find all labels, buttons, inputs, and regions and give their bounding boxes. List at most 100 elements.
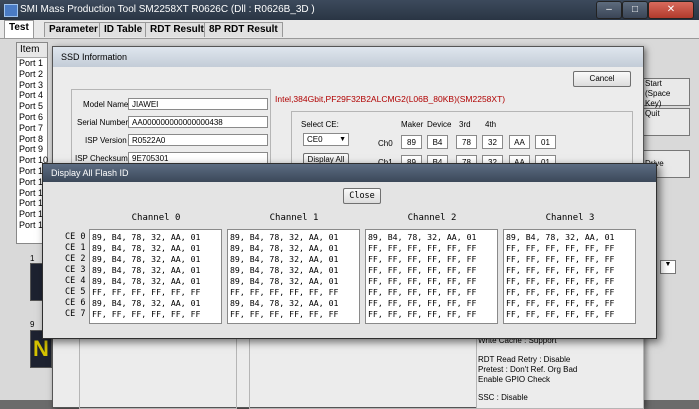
flash-id-line: FF, FF, FF, FF, FF, FF bbox=[368, 298, 477, 308]
model-name-label: Model Name bbox=[83, 100, 129, 109]
minimize-button[interactable]: – bbox=[596, 1, 622, 19]
flash-id-line: FF, FF, FF, FF, FF, FF bbox=[368, 287, 477, 297]
flash-id-line: 89, B4, 78, 32, AA, 01 bbox=[230, 232, 339, 242]
port-list-item[interactable]: Port 6 bbox=[17, 112, 47, 123]
isp-checksum-label: ISP Checksum bbox=[75, 154, 128, 163]
flash-id-line: FF, FF, FF, FF, FF, FF bbox=[506, 265, 615, 275]
channel-0-id-box[interactable]: 89, B4, 78, 32, AA, 01 89, B4, 78, 32, A… bbox=[89, 229, 222, 324]
channel-0-title: Channel 0 bbox=[131, 213, 181, 223]
ssd-lower-group bbox=[79, 337, 237, 409]
flash-id-line: FF, FF, FF, FF, FF, FF bbox=[368, 243, 477, 253]
flash-id-line: FF, FF, FF, FF, FF, FF bbox=[506, 309, 615, 319]
flash-id-line: FF, FF, FF, FF, FF, FF bbox=[230, 287, 339, 297]
title-bar: SMI Mass Production Tool SM2258XT R0626C… bbox=[0, 0, 699, 20]
tab-test[interactable]: Test bbox=[4, 20, 34, 38]
chevron-down-icon: ▼ bbox=[339, 136, 346, 143]
model-name-field[interactable]: JIAWEI bbox=[128, 98, 268, 110]
ce-label: CE 6 bbox=[65, 298, 86, 308]
ce-label: CE 5 bbox=[65, 287, 86, 297]
tab-bar: Test Parameter ID Table RDT Result 8P RD… bbox=[0, 20, 699, 39]
select-ce-dropdown[interactable]: CE0 ▼ bbox=[303, 133, 349, 146]
rdt-read-retry-info: RDT Read Retry : Disable bbox=[478, 355, 571, 364]
ch0-id-cell: 89 bbox=[401, 135, 422, 149]
ch0-id-cell: 78 bbox=[456, 135, 477, 149]
flash-id-line: 89, B4, 78, 32, AA, 01 bbox=[230, 254, 339, 264]
flash-id-line: FF, FF, FF, FF, FF, FF bbox=[230, 309, 339, 319]
port-list-item[interactable]: Port 1 bbox=[17, 58, 47, 69]
port-list-item[interactable]: Port 2 bbox=[17, 69, 47, 80]
flash-id-line: 89, B4, 78, 32, AA, 01 bbox=[368, 232, 477, 242]
ch0-label: Ch0 bbox=[378, 139, 393, 148]
port-list-item[interactable]: Port 5 bbox=[17, 101, 47, 112]
channel-3-id-box[interactable]: 89, B4, 78, 32, AA, 01 FF, FF, FF, FF, F… bbox=[503, 229, 636, 324]
col-header-4th: 4th bbox=[485, 120, 497, 129]
ssd-dialog-title-bar: SSD Information bbox=[53, 47, 643, 67]
flash-id-line: FF, FF, FF, FF, FF, FF bbox=[368, 309, 477, 319]
pretest-info: Pretest : Don't Ref. Org Bad bbox=[478, 365, 578, 374]
dropdown-arrow-icon[interactable]: ▼ bbox=[660, 260, 676, 274]
slot-box-label: 9 bbox=[30, 320, 35, 329]
ssd-lower-group bbox=[249, 337, 477, 409]
flash-id-line: 89, B4, 78, 32, AA, 01 bbox=[230, 276, 339, 286]
flash-id-line: FF, FF, FF, FF, FF, FF bbox=[506, 243, 615, 253]
flash-id-line: 89, B4, 78, 32, AA, 01 bbox=[92, 254, 201, 264]
port-list-header: Item bbox=[17, 43, 47, 58]
flash-id-line: 89, B4, 78, 32, AA, 01 bbox=[92, 243, 201, 253]
serial-number-label: Serial Number bbox=[77, 118, 129, 127]
slot-box-label: 1 bbox=[30, 254, 35, 263]
tab-parameter[interactable]: Parameter bbox=[44, 22, 103, 37]
ce-label: CE 2 bbox=[65, 254, 86, 264]
port-list-item[interactable]: Port 7 bbox=[17, 123, 47, 134]
close-button[interactable]: Close bbox=[343, 188, 381, 204]
channel-2-title: Channel 2 bbox=[407, 213, 457, 223]
flash-id-line: FF, FF, FF, FF, FF, FF bbox=[506, 254, 615, 264]
flash-id-line: FF, FF, FF, FF, FF, FF bbox=[368, 276, 477, 286]
flash-id-line: FF, FF, FF, FF, FF, FF bbox=[92, 309, 201, 319]
ch0-id-cell: 01 bbox=[535, 135, 556, 149]
flash-id-line: FF, FF, FF, FF, FF, FF bbox=[506, 276, 615, 286]
flash-id-line: FF, FF, FF, FF, FF, FF bbox=[368, 254, 477, 264]
col-header-device: Device bbox=[427, 120, 452, 129]
close-window-button[interactable]: ✕ bbox=[648, 1, 694, 19]
ce-label: CE 0 bbox=[65, 232, 86, 242]
cancel-button[interactable]: Cancel bbox=[573, 71, 631, 87]
col-header-maker: Maker bbox=[401, 120, 424, 129]
gpio-check-info: Enable GPIO Check bbox=[478, 375, 551, 384]
col-header-3rd: 3rd bbox=[459, 120, 471, 129]
port-list-item[interactable]: Port 8 bbox=[17, 134, 47, 145]
display-all-flash-id-dialog: Display All Flash ID Close Channel 0 Cha… bbox=[42, 163, 657, 339]
ssc-info: SSC : Disable bbox=[478, 393, 528, 402]
flash-id-line: 89, B4, 78, 32, AA, 01 bbox=[230, 265, 339, 275]
ce-label: CE 3 bbox=[65, 265, 86, 275]
port-list-item[interactable]: Port 4 bbox=[17, 90, 47, 101]
flash-dialog-title-bar: Display All Flash ID bbox=[43, 164, 656, 182]
channel-1-id-box[interactable]: 89, B4, 78, 32, AA, 01 89, B4, 78, 32, A… bbox=[227, 229, 360, 324]
quit-button[interactable]: Quit bbox=[640, 108, 690, 136]
ce-label: CE 1 bbox=[65, 243, 86, 253]
tab-id-table[interactable]: ID Table bbox=[99, 22, 148, 37]
serial-number-field[interactable]: AA000000000000000438 bbox=[128, 116, 268, 128]
window-title: SMI Mass Production Tool SM2258XT R0626C… bbox=[20, 4, 315, 15]
select-ce-label: Select CE: bbox=[301, 120, 339, 129]
isp-version-field[interactable]: R0522A0 bbox=[128, 134, 268, 146]
channel-2-id-box[interactable]: 89, B4, 78, 32, AA, 01 FF, FF, FF, FF, F… bbox=[365, 229, 498, 324]
ssd-dialog-title: SSD Information bbox=[61, 52, 128, 62]
tab-rdt-result[interactable]: RDT Result bbox=[145, 22, 209, 37]
flash-id-line: FF, FF, FF, FF, FF, FF bbox=[506, 298, 615, 308]
channel-1-title: Channel 1 bbox=[269, 213, 319, 223]
start-button[interactable]: Start (Space Key) bbox=[640, 78, 690, 108]
flash-dialog-title: Display All Flash ID bbox=[51, 168, 129, 178]
channel-3-title: Channel 3 bbox=[545, 213, 595, 223]
flash-id-line: FF, FF, FF, FF, FF, FF bbox=[92, 287, 201, 297]
tab-8p-rdt-result[interactable]: 8P RDT Result bbox=[204, 22, 283, 37]
flash-id-line: 89, B4, 78, 32, AA, 01 bbox=[230, 298, 339, 308]
ch0-id-cell: 32 bbox=[482, 135, 503, 149]
flash-id-line: 89, B4, 78, 32, AA, 01 bbox=[92, 298, 201, 308]
port-list-item[interactable]: Port 9 bbox=[17, 144, 47, 155]
ce-label: CE 7 bbox=[65, 309, 86, 319]
app-icon bbox=[4, 4, 18, 17]
flash-id-line: 89, B4, 78, 32, AA, 01 bbox=[506, 232, 615, 242]
port-list-item[interactable]: Port 3 bbox=[17, 80, 47, 91]
select-ce-value: CE0 bbox=[307, 135, 323, 144]
maximize-button[interactable]: □ bbox=[622, 1, 648, 19]
